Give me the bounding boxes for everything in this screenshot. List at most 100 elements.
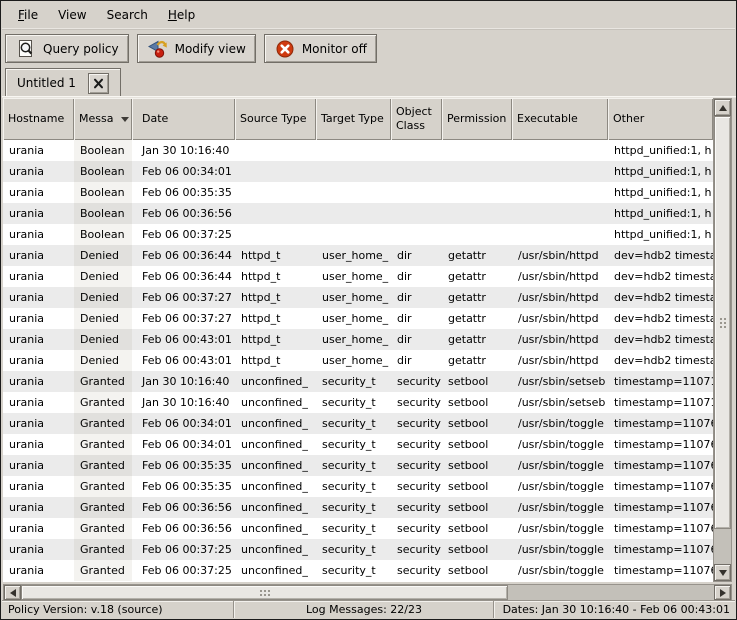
cell-executable: /usr/sbin/toggle — [512, 455, 608, 476]
table-row[interactable]: urania Granted Feb 06 00:37:25 unconfine… — [3, 539, 713, 560]
table-row[interactable]: urania Granted Feb 06 00:35:35 unconfine… — [3, 476, 713, 497]
cell-date: Feb 06 00:36:44 — [132, 245, 235, 266]
cell-date: Jan 30 10:16:40 — [132, 392, 235, 413]
cell-other: httpd_unified:1, h — [608, 140, 713, 161]
table-body: urania Boolean Jan 30 10:16:40 httpd_uni… — [3, 140, 713, 582]
cell-hostname: urania — [3, 476, 74, 497]
column-header-date[interactable]: Date — [132, 98, 235, 140]
cell-message: Granted — [74, 392, 132, 413]
menu-view[interactable]: View — [48, 4, 96, 26]
cell-hostname: urania — [3, 308, 74, 329]
cell-other: timestamp=11076 — [608, 518, 713, 539]
table-row[interactable]: urania Denied Feb 06 00:36:44 httpd_t us… — [3, 245, 713, 266]
cell-permission: setbool — [442, 497, 512, 518]
column-header-object-class[interactable]: Object Class — [391, 98, 442, 140]
cell-hostname: urania — [3, 560, 74, 581]
cell-source-type: unconfined_ — [235, 560, 316, 581]
vertical-scrollbar[interactable] — [713, 98, 732, 582]
cell-object-class: dir — [391, 245, 442, 266]
cell-object-class: security — [391, 434, 442, 455]
table-row[interactable]: urania Boolean Feb 06 00:36:56 httpd_uni… — [3, 203, 713, 224]
cell-message: Denied — [74, 350, 132, 371]
arrow-right-icon — [720, 589, 726, 597]
menu-help[interactable]: Help — [158, 4, 205, 26]
table-row[interactable]: urania Granted Feb 06 00:37:25 unconfine… — [3, 560, 713, 581]
table-row[interactable]: urania Granted Feb 06 00:36:56 unconfine… — [3, 518, 713, 539]
scroll-down-button[interactable] — [714, 564, 731, 581]
cell-object-class: dir — [391, 329, 442, 350]
column-label: Other — [613, 112, 644, 126]
table-row[interactable]: urania Granted Feb 06 00:36:56 unconfine… — [3, 497, 713, 518]
arrow-down-icon — [719, 570, 727, 576]
cell-source-type: httpd_t — [235, 266, 316, 287]
table-row[interactable]: urania Boolean Feb 06 00:35:35 httpd_uni… — [3, 182, 713, 203]
cell-target-type: security_t — [316, 539, 391, 560]
cell-permission: setbool — [442, 392, 512, 413]
scroll-left-button[interactable] — [4, 585, 21, 600]
cell-executable — [512, 182, 608, 203]
horizontal-scrollbar[interactable] — [3, 584, 732, 601]
cell-object-class — [391, 161, 442, 182]
cell-message: Denied — [74, 308, 132, 329]
scroll-up-button[interactable] — [714, 99, 731, 116]
cell-target-type: security_t — [316, 455, 391, 476]
cell-target-type: security_t — [316, 371, 391, 392]
column-header-hostname[interactable]: Hostname — [3, 98, 74, 140]
cell-target-type: user_home_ — [316, 329, 391, 350]
table-row[interactable]: urania Granted Jan 30 10:16:40 unconfine… — [3, 371, 713, 392]
cell-date: Feb 06 00:36:56 — [132, 518, 235, 539]
tab-bar: Untitled 1 — [2, 67, 735, 97]
tab-close-button[interactable] — [88, 73, 109, 94]
column-header-other[interactable]: Other — [608, 98, 713, 140]
cell-message: Granted — [74, 455, 132, 476]
cell-source-type: httpd_t — [235, 329, 316, 350]
cell-object-class: security — [391, 392, 442, 413]
table-row[interactable]: urania Denied Feb 06 00:43:01 httpd_t us… — [3, 329, 713, 350]
cell-date: Feb 06 00:37:27 — [132, 308, 235, 329]
cell-message: Boolean — [74, 203, 132, 224]
table-row[interactable]: urania Denied Feb 06 00:37:27 httpd_t us… — [3, 287, 713, 308]
table-row[interactable]: urania Denied Feb 06 00:37:27 httpd_t us… — [3, 308, 713, 329]
cell-hostname: urania — [3, 539, 74, 560]
table-row[interactable]: urania Granted Jan 30 10:16:40 unconfine… — [3, 392, 713, 413]
cell-source-type: httpd_t — [235, 287, 316, 308]
cell-message: Denied — [74, 245, 132, 266]
table-row[interactable]: urania Granted Feb 06 00:34:01 unconfine… — [3, 434, 713, 455]
cell-executable: /usr/sbin/httpd — [512, 308, 608, 329]
statusbar: Policy Version: v.18 (source) Log Messag… — [2, 600, 735, 618]
menu-search[interactable]: Search — [97, 4, 158, 26]
cell-message: Denied — [74, 287, 132, 308]
cell-date: Feb 06 00:35:35 — [132, 476, 235, 497]
scroll-right-button[interactable] — [714, 585, 731, 600]
monitor-off-button[interactable]: Monitor off — [264, 34, 377, 63]
column-header-message[interactable]: Messa — [74, 98, 132, 140]
cell-message: Granted — [74, 539, 132, 560]
modify-view-button[interactable]: Modify view — [137, 34, 256, 63]
cell-message: Denied — [74, 329, 132, 350]
column-header-source-type[interactable]: Source Type — [235, 98, 316, 140]
tab-untitled-1[interactable]: Untitled 1 — [5, 68, 121, 97]
column-header-target-type[interactable]: Target Type — [316, 98, 391, 140]
menu-file[interactable]: File — [8, 4, 48, 26]
cell-hostname: urania — [3, 203, 74, 224]
cell-other: timestamp=11076 — [608, 497, 713, 518]
cell-permission — [442, 224, 512, 245]
cell-date: Feb 06 00:35:35 — [132, 455, 235, 476]
cell-executable — [512, 224, 608, 245]
horizontal-scrollbar-thumb[interactable] — [21, 585, 508, 600]
column-header-permission[interactable]: Permission — [442, 98, 512, 140]
cell-hostname: urania — [3, 161, 74, 182]
table-row[interactable]: urania Boolean Feb 06 00:34:01 httpd_uni… — [3, 161, 713, 182]
thumb-grip-icon — [719, 317, 727, 329]
monitor-off-label: Monitor off — [302, 42, 367, 56]
table-row[interactable]: urania Granted Feb 06 00:35:35 unconfine… — [3, 455, 713, 476]
cell-other: httpd_unified:1, h — [608, 182, 713, 203]
vertical-scrollbar-thumb[interactable] — [714, 116, 731, 529]
column-header-executable[interactable]: Executable — [512, 98, 608, 140]
table-row[interactable]: urania Denied Feb 06 00:36:44 httpd_t us… — [3, 266, 713, 287]
table-row[interactable]: urania Granted Feb 06 00:34:01 unconfine… — [3, 413, 713, 434]
table-row[interactable]: urania Denied Feb 06 00:43:01 httpd_t us… — [3, 350, 713, 371]
table-row[interactable]: urania Boolean Feb 06 00:37:25 httpd_uni… — [3, 224, 713, 245]
table-row[interactable]: urania Boolean Jan 30 10:16:40 httpd_uni… — [3, 140, 713, 161]
query-policy-button[interactable]: Query policy — [5, 34, 129, 63]
